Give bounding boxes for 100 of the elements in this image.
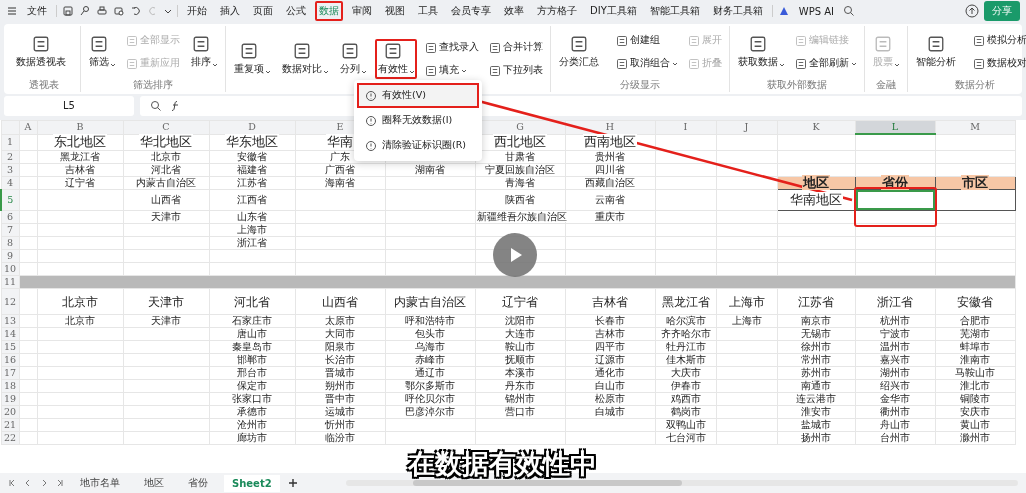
column-header[interactable]: B xyxy=(37,120,123,134)
ribbon-tab[interactable]: 工具 xyxy=(414,1,442,21)
table-cell: 廊坊市 xyxy=(236,432,268,443)
ribbon-button[interactable]: 排序 xyxy=(188,32,220,72)
ribbon-tab[interactable]: DIY工具箱 xyxy=(586,1,641,21)
file-menu[interactable]: 文件 xyxy=(23,1,51,21)
ribbon-tab[interactable]: 数据 xyxy=(315,1,343,21)
table-cell: 哈尔滨市 xyxy=(664,315,707,326)
column-header[interactable]: H xyxy=(565,120,655,134)
table-cell: 云南省 xyxy=(594,194,626,205)
column-header[interactable]: I xyxy=(655,120,716,134)
ribbon-button[interactable]: 填充 xyxy=(423,62,481,79)
name-box[interactable]: L5 xyxy=(4,96,134,116)
sheet-tab[interactable]: 省份 xyxy=(180,473,216,493)
table-cell: 呼和浩特市 xyxy=(404,315,456,326)
last-sheet-icon[interactable] xyxy=(56,479,64,487)
sheet-tab[interactable]: 地市名单 xyxy=(72,473,128,493)
add-sheet-icon[interactable] xyxy=(287,478,298,488)
table-cell: 安庆市 xyxy=(959,406,991,417)
ribbon-button[interactable]: 取消组合 xyxy=(614,55,680,72)
save-icon[interactable] xyxy=(62,5,74,17)
column-heading: 市区 xyxy=(961,175,989,190)
cloud-upload-icon[interactable] xyxy=(965,4,979,18)
ribbon-button[interactable]: 查找录入 xyxy=(423,39,481,56)
column-header[interactable]: K xyxy=(777,120,855,134)
ribbon-tab[interactable]: 视图 xyxy=(381,1,409,21)
ribbon-tab[interactable]: 智能工具箱 xyxy=(645,1,704,21)
caret-icon xyxy=(361,69,367,75)
first-sheet-icon[interactable] xyxy=(8,479,16,487)
zoom-icon[interactable] xyxy=(150,100,162,112)
ribbon-button[interactable]: 合并计算 xyxy=(487,39,545,56)
ribbon-tab[interactable]: 审阅 xyxy=(348,1,376,21)
table-cell: 邯郸市 xyxy=(236,354,268,365)
ribbon-button[interactable]: 智能分析 xyxy=(913,32,965,72)
table-cell: 湖州市 xyxy=(879,367,911,378)
table-cell: 抚顺市 xyxy=(504,354,536,365)
column-header[interactable]: C xyxy=(123,120,209,134)
table-cell: 温州市 xyxy=(879,341,911,352)
table-cell: 福建省 xyxy=(236,164,268,175)
table-cell: 呼伦贝尔市 xyxy=(404,393,456,404)
ribbon-button[interactable]: 创建组 xyxy=(614,32,680,49)
table-cell: 湖南省 xyxy=(414,164,446,175)
row-header[interactable]: 4 xyxy=(1,176,19,190)
wps-ai-button[interactable]: WPS AI xyxy=(794,2,838,20)
search-icon[interactable] xyxy=(843,5,855,17)
ribbon-tab[interactable]: 方方格子 xyxy=(533,1,581,21)
share-button[interactable]: 分享 xyxy=(984,1,1020,21)
row-header[interactable]: 5 xyxy=(1,189,19,211)
previous-sheet-icon[interactable] xyxy=(24,479,32,487)
ribbon-button[interactable]: 分类汇总 xyxy=(556,32,608,72)
ribbon-tab[interactable]: 会员专享 xyxy=(447,1,495,21)
group-label: 金融 xyxy=(876,78,896,92)
column-header[interactable]: D xyxy=(209,120,295,134)
sheet-tab[interactable]: Sheet2 xyxy=(224,474,280,492)
scrollbar[interactable] xyxy=(345,480,1018,486)
ribbon-button[interactable]: 数据对比 xyxy=(279,39,331,79)
ribbon-tab[interactable]: 财务工具箱 xyxy=(708,1,767,21)
menu-item[interactable]: 清除验证标识圈(R) xyxy=(357,133,479,158)
ribbon-tab[interactable]: 插入 xyxy=(216,1,244,21)
table-cell: 七台河市 xyxy=(664,432,707,443)
ribbon-button[interactable]: 获取数据 xyxy=(735,32,787,72)
column-header[interactable]: J xyxy=(716,120,777,134)
ribbon-button[interactable]: 重复项 xyxy=(231,39,273,79)
table-cell: 北京市 xyxy=(61,294,99,309)
table-cell: 晋中市 xyxy=(324,393,356,404)
print-icon[interactable] xyxy=(96,5,108,17)
ribbon-tab[interactable]: 页面 xyxy=(249,1,277,21)
row-header[interactable]: 12 xyxy=(1,288,19,315)
print-preview-icon[interactable] xyxy=(113,5,125,17)
ribbon-tab[interactable]: 开始 xyxy=(183,1,211,21)
column-header[interactable]: M xyxy=(935,120,1015,134)
selected-cell[interactable] xyxy=(855,190,935,210)
column-header[interactable]: L xyxy=(855,120,935,134)
table-cell: 白山市 xyxy=(594,380,626,391)
table-cell: 金华市 xyxy=(879,393,911,404)
pin-icon[interactable] xyxy=(79,5,91,17)
table-cell: 安徽省 xyxy=(956,294,994,309)
menu-item[interactable]: 有效性(V) xyxy=(357,83,479,108)
table-cell: 邢台市 xyxy=(236,367,268,378)
ribbon-tab[interactable]: 公式 xyxy=(282,1,310,21)
caret-icon[interactable] xyxy=(164,7,172,15)
sheet-tab[interactable]: 地区 xyxy=(136,473,172,493)
ribbon-button[interactable]: 数据校对 xyxy=(971,55,1026,72)
ribbon-button[interactable]: 数据透视表 xyxy=(13,32,75,72)
ribbon-button[interactable]: 有效性 xyxy=(375,39,417,79)
menu-icon[interactable] xyxy=(6,5,18,17)
table-cell: 唐山市 xyxy=(236,328,268,339)
next-sheet-icon[interactable] xyxy=(40,479,48,487)
ribbon-button[interactable]: 下拉列表 xyxy=(487,62,545,79)
table-cell: 鄂尔多斯市 xyxy=(404,380,456,391)
table-cell: 新疆维吾尔族自治区 xyxy=(475,211,568,222)
table-cell: 晋城市 xyxy=(324,367,356,378)
ribbon-button[interactable]: 全部刷新 xyxy=(793,55,859,72)
ribbon-button[interactable]: 分列 xyxy=(337,39,369,79)
ribbon-button[interactable]: 模拟分析 xyxy=(971,32,1026,49)
ribbon-tab[interactable]: 效率 xyxy=(500,1,528,21)
table-cell: 吉林省 xyxy=(64,164,96,175)
undo-icon[interactable] xyxy=(130,5,142,17)
row-header[interactable]: 6 xyxy=(1,210,19,224)
ribbon-button[interactable]: 筛选 xyxy=(86,32,118,72)
